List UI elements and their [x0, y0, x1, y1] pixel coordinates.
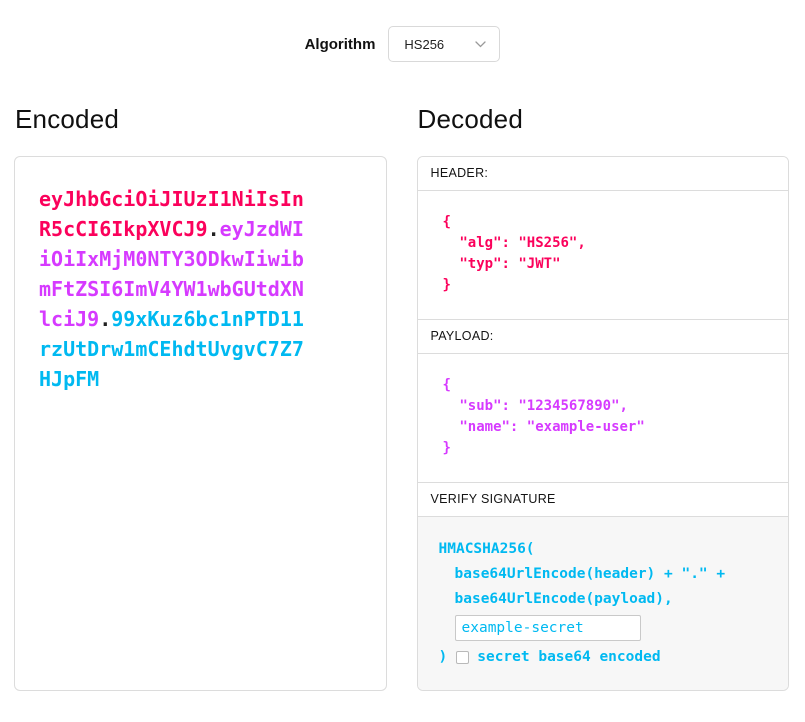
- close-paren: ): [439, 648, 448, 666]
- chevron-down-icon: [475, 41, 486, 48]
- decoded-column: Decoded HEADER: { "alg": "HS256", "typ":…: [417, 104, 790, 691]
- verify-close-row: ) secret base64 encoded: [439, 648, 776, 666]
- algorithm-select[interactable]: HS256: [388, 26, 500, 62]
- token-separator: .: [208, 217, 220, 241]
- header-section-label: HEADER:: [418, 157, 789, 191]
- encoded-token-editor[interactable]: eyJhbGciOiJIUzI1NiIsInR5cCI6IkpXVCJ9.eyJ…: [14, 156, 387, 691]
- jwt-token: eyJhbGciOiJIUzI1NiIsInR5cCI6IkpXVCJ9.eyJ…: [39, 184, 309, 394]
- verify-line-hmac: HMACSHA256(: [439, 537, 776, 562]
- header-json: { "alg": "HS256", "typ": "JWT" }: [443, 212, 776, 296]
- algorithm-label: Algorithm: [305, 36, 376, 53]
- verify-line-encode-header: base64UrlEncode(header) + "." +: [439, 562, 776, 587]
- secret-base64-checkbox[interactable]: [456, 651, 469, 664]
- payload-section-label: PAYLOAD:: [418, 319, 789, 354]
- main-columns: Encoded eyJhbGciOiJIUzI1NiIsInR5cCI6IkpX…: [0, 104, 805, 691]
- algorithm-selected-value: HS256: [404, 37, 444, 52]
- header-json-editor[interactable]: { "alg": "HS256", "typ": "JWT" }: [418, 191, 789, 319]
- payload-json-editor[interactable]: { "sub": "1234567890", "name": "example-…: [418, 354, 789, 482]
- secret-base64-label: secret base64 encoded: [477, 648, 660, 666]
- decoded-panel: HEADER: { "alg": "HS256", "typ": "JWT" }…: [417, 156, 790, 691]
- decoded-title: Decoded: [418, 104, 790, 135]
- token-separator: .: [99, 307, 111, 331]
- verify-signature-section-label: VERIFY SIGNATURE: [418, 482, 789, 517]
- verify-line-encode-payload: base64UrlEncode(payload),: [439, 587, 776, 612]
- encoded-column: Encoded eyJhbGciOiJIUzI1NiIsInR5cCI6IkpX…: [14, 104, 387, 691]
- secret-input[interactable]: [455, 615, 641, 641]
- encoded-title: Encoded: [15, 104, 387, 135]
- payload-json: { "sub": "1234567890", "name": "example-…: [443, 375, 776, 459]
- verify-signature-body: HMACSHA256( base64UrlEncode(header) + ".…: [418, 517, 789, 690]
- algorithm-bar: Algorithm HS256: [0, 0, 805, 62]
